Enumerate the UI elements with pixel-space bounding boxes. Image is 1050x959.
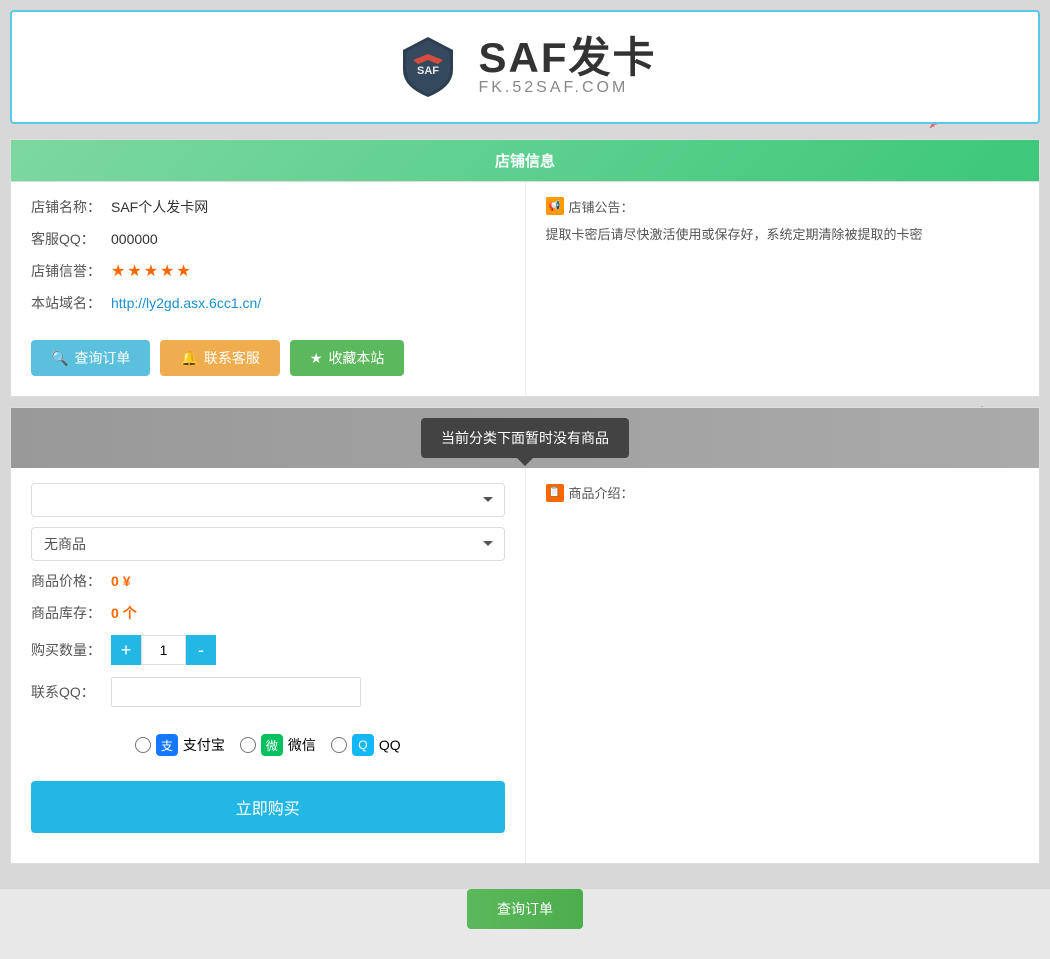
- alipay-icon: 支: [156, 734, 178, 756]
- buy-now-button[interactable]: 立即购买: [31, 781, 505, 833]
- product-section: 当前分类下面暂时没有商品 无商品 商品: [10, 407, 1040, 864]
- shop-qq-value: 000000: [111, 231, 158, 247]
- search-icon: 🔍: [51, 350, 68, 367]
- quantity-stepper: + -: [111, 635, 216, 665]
- star-2: ★: [127, 261, 141, 281]
- star-4: ★: [160, 261, 174, 281]
- shop-domain-label: 本站域名：: [31, 293, 111, 313]
- star-rating: ★ ★ ★ ★ ★: [111, 261, 191, 281]
- star-icon: ★: [310, 350, 323, 367]
- shop-credit-label: 店铺信誉：: [31, 261, 111, 281]
- shop-qq-label: 客服QQ：: [31, 229, 111, 249]
- wechat-icon: 微: [261, 734, 283, 756]
- qq-pay-icon: Q: [352, 734, 374, 756]
- contact-qq-input[interactable]: [111, 677, 361, 707]
- product-qq-row: 联系QQ：: [31, 677, 505, 707]
- alipay-label: 支付宝: [183, 735, 225, 755]
- query-order-button[interactable]: 🔍 查询订单: [31, 340, 150, 376]
- star-1: ★: [111, 261, 125, 281]
- announcement-row: 📢 店铺公告：: [546, 197, 1020, 216]
- product-stock-value: 0 个: [111, 603, 137, 623]
- product-qty-label: 购买数量：: [31, 640, 111, 660]
- star-3: ★: [144, 261, 158, 281]
- product-intro-icon: 📋: [546, 484, 564, 502]
- qty-plus-button[interactable]: +: [111, 635, 141, 665]
- announcement-label: 店铺公告：: [569, 197, 634, 216]
- bottom-query-button[interactable]: 查询订单: [467, 889, 583, 929]
- product-left: 无商品 商品价格： 0 ¥ 商品库存： 0: [11, 468, 526, 863]
- logo-text: SAF发卡 FK.52SAF.COM: [478, 37, 656, 97]
- shop-info-section: 店铺信息 店铺名称： SAF个人发卡网 客服QQ： 000000 店铺信誉：: [10, 139, 1040, 397]
- svg-text:SAF: SAF: [417, 65, 439, 77]
- header: SAF SAF发卡 FK.52SAF.COM: [10, 10, 1040, 124]
- product-select[interactable]: 无商品: [31, 527, 505, 561]
- shop-info-title: 店铺信息: [495, 153, 555, 170]
- category-select[interactable]: [31, 483, 505, 517]
- shop-qq-row: 客服QQ： 000000: [31, 229, 505, 249]
- logo-title: SAF发卡: [478, 37, 656, 79]
- announcement-text: 提取卡密后请尽快激活使用或保存好，系统定期清除被提取的卡密: [546, 224, 1020, 243]
- shop-info-body: 店铺名称： SAF个人发卡网 客服QQ： 000000 店铺信誉： ★ ★ ★: [11, 182, 1039, 396]
- no-product-tooltip: 当前分类下面暂时没有商品: [421, 418, 629, 458]
- tooltip-arrow: [517, 458, 533, 466]
- product-section-header: 当前分类下面暂时没有商品: [11, 408, 1039, 468]
- product-body: 无商品 商品价格： 0 ¥ 商品库存： 0: [11, 468, 1039, 863]
- product-qq-label: 联系QQ：: [31, 682, 111, 702]
- bookmark-button[interactable]: ★ 收藏本站: [290, 340, 405, 376]
- shop-domain-row: 本站域名： http://ly2gd.asx.6cc1.cn/: [31, 293, 505, 313]
- main-content: 店铺信息 店铺名称： SAF个人发卡网 客服QQ： 000000 店铺信誉：: [10, 139, 1040, 949]
- payment-qq-radio[interactable]: [331, 737, 347, 753]
- no-product-text: 当前分类下面暂时没有商品: [441, 430, 609, 446]
- logo-subtitle: FK.52SAF.COM: [478, 79, 628, 97]
- qty-minus-button[interactable]: -: [186, 635, 216, 665]
- shop-info-header: 店铺信息: [11, 140, 1039, 182]
- product-stock-label: 商品库存：: [31, 603, 111, 623]
- shop-domain-link[interactable]: http://ly2gd.asx.6cc1.cn/: [111, 295, 261, 311]
- product-qty-row: 购买数量： + -: [31, 635, 505, 665]
- logo: SAF SAF发卡 FK.52SAF.COM: [393, 32, 656, 102]
- product-price-row: 商品价格： 0 ¥: [31, 571, 505, 591]
- page-wrapper: SAF SAF发卡 FK.52SAF.COM 店铺信息 店铺名称： SAF: [0, 0, 1050, 959]
- qq-pay-label: QQ: [379, 737, 401, 753]
- shop-info-right: 📢 店铺公告： 提取卡密后请尽快激活使用或保存好，系统定期清除被提取的卡密: [526, 182, 1040, 396]
- payment-alipay-radio[interactable]: [135, 737, 151, 753]
- payment-options: 支 支付宝 微 微信 Q QQ: [31, 719, 505, 771]
- shop-name-row: 店铺名称： SAF个人发卡网: [31, 197, 505, 217]
- wechat-label: 微信: [288, 735, 316, 755]
- product-price-label: 商品价格：: [31, 571, 111, 591]
- qty-input[interactable]: [141, 635, 186, 665]
- star-5: ★: [176, 261, 190, 281]
- shop-credit-row: 店铺信誉： ★ ★ ★ ★ ★: [31, 261, 505, 281]
- payment-wechat-option[interactable]: 微 微信: [240, 734, 316, 756]
- shop-info-left: 店铺名称： SAF个人发卡网 客服QQ： 000000 店铺信誉： ★ ★ ★: [11, 182, 526, 396]
- payment-qq-option[interactable]: Q QQ: [331, 734, 401, 756]
- buy-section: 立即购买: [31, 771, 505, 848]
- contact-service-button[interactable]: 🔔 联系客服: [160, 340, 279, 376]
- product-price-value: 0 ¥: [111, 573, 130, 589]
- bell-icon: 🔔: [180, 350, 197, 367]
- shop-name-value: SAF个人发卡网: [111, 197, 208, 217]
- bottom-btn-section: 查询订单: [10, 874, 1040, 949]
- product-intro-label: 📋 商品介绍：: [546, 483, 1020, 502]
- payment-alipay-option[interactable]: 支 支付宝: [135, 734, 225, 756]
- logo-shield-icon: SAF: [393, 32, 463, 102]
- shop-name-label: 店铺名称：: [31, 197, 111, 217]
- product-stock-row: 商品库存： 0 个: [31, 603, 505, 623]
- payment-wechat-radio[interactable]: [240, 737, 256, 753]
- action-buttons: 🔍 查询订单 🔔 联系客服 ★ 收藏本站: [31, 325, 505, 381]
- product-right: 📋 商品介绍：: [526, 468, 1040, 863]
- announcement-icon: 📢: [546, 197, 564, 215]
